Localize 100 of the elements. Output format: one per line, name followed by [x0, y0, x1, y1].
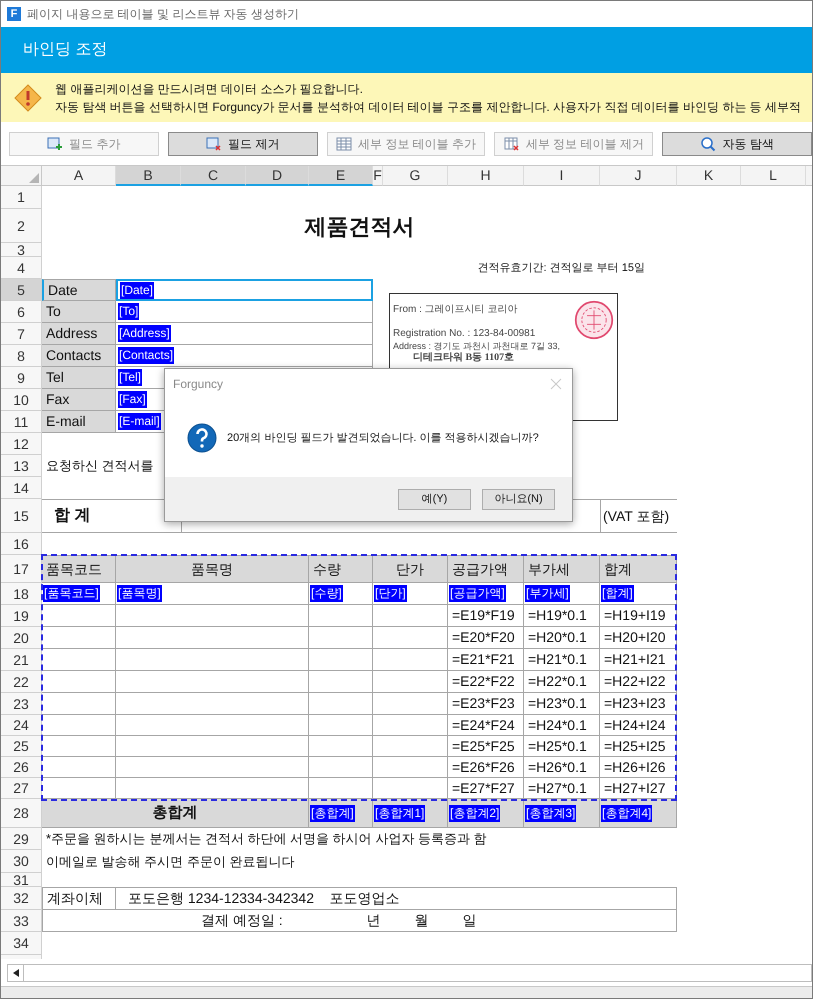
row-header[interactable]: 7 [1, 323, 42, 345]
row-header[interactable]: 31 [1, 873, 42, 887]
document-title: 제품견적서 [303, 212, 416, 240]
column-heading: 합계 [600, 555, 677, 583]
registration-text: Registration No. : 123-84-00981 [393, 328, 536, 340]
formula-cell: =H20+I20 [600, 627, 677, 649]
row-header[interactable]: 2 [1, 209, 42, 243]
row-header[interactable]: 18 [1, 583, 42, 605]
formula-cell: =E20*F20 [448, 627, 524, 649]
corner-cell[interactable] [1, 166, 42, 186]
formula-cell: =H26+I26 [600, 757, 677, 778]
column-header[interactable]: J [600, 166, 677, 186]
field-label: Fax [42, 389, 116, 411]
select-all-icon [29, 173, 39, 183]
column-header[interactable]: F [373, 166, 383, 186]
table-cell [309, 671, 373, 693]
row-header[interactable]: 12 [1, 433, 42, 455]
row-header[interactable]: 19 [1, 605, 42, 627]
column-header[interactable]: K [677, 166, 741, 186]
toolbar-button[interactable]: 필드 제거 [168, 132, 318, 156]
binding-tag: [Date] [120, 282, 154, 298]
row-header[interactable]: 21 [1, 649, 42, 671]
row-header[interactable]: 6 [1, 301, 42, 323]
field-label: Address [42, 323, 116, 345]
column-header[interactable]: I [524, 166, 600, 186]
header-title: 바인딩 조정 [23, 40, 108, 60]
column-header[interactable]: G [383, 166, 448, 186]
row-header[interactable]: 1 [1, 186, 42, 209]
row-header[interactable]: 34 [1, 932, 42, 955]
row-header[interactable]: 23 [1, 693, 42, 715]
dialog-button[interactable]: 예(Y) [398, 488, 471, 510]
formula-cell: =H24+I24 [600, 715, 677, 736]
field-label: Tel [42, 367, 116, 389]
dialog-message: 20개의 바인딩 필드가 발견되었습니다. 이를 적용하시겠습니까? [227, 430, 539, 446]
app-logo: F [7, 7, 21, 21]
warning-text: 웹 애플리케이션을 만드시려면 데이터 소스가 필요합니다. [55, 80, 364, 98]
bank-text: 포도은행 1234-12334-342342 포도영업소 [116, 887, 677, 910]
row-header[interactable]: 30 [1, 850, 42, 873]
horizontal-scrollbar[interactable] [7, 964, 812, 982]
row-header[interactable]: 8 [1, 345, 42, 367]
table-icon [336, 136, 352, 152]
row-header[interactable]: 5 [1, 279, 42, 301]
formula-cell: =H26*0.1 [524, 757, 600, 778]
column-header[interactable] [806, 166, 812, 186]
row-header[interactable]: 26 [1, 757, 42, 778]
row-header[interactable]: 27 [1, 778, 42, 799]
row-header[interactable]: 33 [1, 910, 42, 932]
bank-label: 계좌이체 [42, 887, 116, 910]
payment-date-label: 결제 예정일 : [201, 911, 283, 930]
row-header[interactable]: 11 [1, 411, 42, 433]
formula-cell: =H25+I25 [600, 736, 677, 757]
binding-tag: [Address] [118, 325, 171, 342]
row-header[interactable]: 32 [1, 887, 42, 910]
column-heading: 단가 [373, 555, 448, 583]
row-header[interactable]: 29 [1, 828, 42, 850]
formula-cell: =H19*0.1 [524, 605, 600, 627]
row-header[interactable]: 17 [1, 555, 42, 583]
column-header[interactable]: E [309, 166, 373, 186]
row-header[interactable]: 14 [1, 477, 42, 499]
row-header[interactable]: 25 [1, 736, 42, 757]
row-header[interactable]: 3 [1, 243, 42, 257]
form-remove-icon [206, 136, 222, 152]
month-text: 월 [414, 911, 429, 930]
row-header[interactable]: 28 [1, 799, 42, 828]
row-header[interactable]: 9 [1, 367, 42, 389]
column-header[interactable]: A [42, 166, 116, 186]
column-heading: 수량 [309, 555, 373, 583]
warning-icon [13, 82, 43, 112]
binding-tag: [단가] [374, 585, 407, 602]
row-header[interactable]: 24 [1, 715, 42, 736]
dialog-button[interactable]: 아니요(N) [482, 488, 555, 510]
row-header[interactable]: 4 [1, 257, 42, 279]
toolbar-button[interactable]: 자동 탐색 [662, 132, 812, 156]
vat-note: (VAT 포함) [600, 499, 677, 533]
table-cell [309, 736, 373, 757]
close-icon[interactable] [550, 378, 562, 390]
column-header[interactable]: L [741, 166, 806, 186]
row-header[interactable]: 22 [1, 671, 42, 693]
binding-tag: [Contacts] [118, 347, 174, 364]
field-label: To [42, 301, 116, 323]
column-header[interactable]: D [246, 166, 309, 186]
formula-cell: =H25*0.1 [524, 736, 600, 757]
note-text: 이메일로 발송해 주시면 주문이 완료됩니다 [45, 852, 296, 871]
binding-tag: [Fax] [118, 391, 147, 408]
row-header[interactable]: 15 [1, 499, 42, 533]
warning-text: 자동 탐색 버튼을 선택하시면 Forguncy가 문서를 분석하여 데이터 테이블 구조를 제안합니다. 사용자가 직접 데이터를 바인딩 하는 등 세부적 [55, 98, 802, 116]
column-header[interactable]: H [448, 166, 524, 186]
binding-tag: [총합계] [310, 804, 355, 822]
row-header[interactable]: 10 [1, 389, 42, 411]
column-header[interactable]: C [181, 166, 246, 186]
column-heading: 공급가액 [448, 555, 524, 583]
left-arrow-icon[interactable] [12, 969, 18, 977]
row-header[interactable]: 20 [1, 627, 42, 649]
row-header[interactable]: 13 [1, 455, 42, 477]
year-text: 년 [366, 911, 381, 930]
column-header[interactable]: B [116, 166, 181, 186]
formula-cell: =E25*F25 [448, 736, 524, 757]
seal-icon [574, 300, 614, 340]
row-header[interactable]: 16 [1, 533, 42, 555]
binding-tag: [Tel] [118, 369, 142, 386]
